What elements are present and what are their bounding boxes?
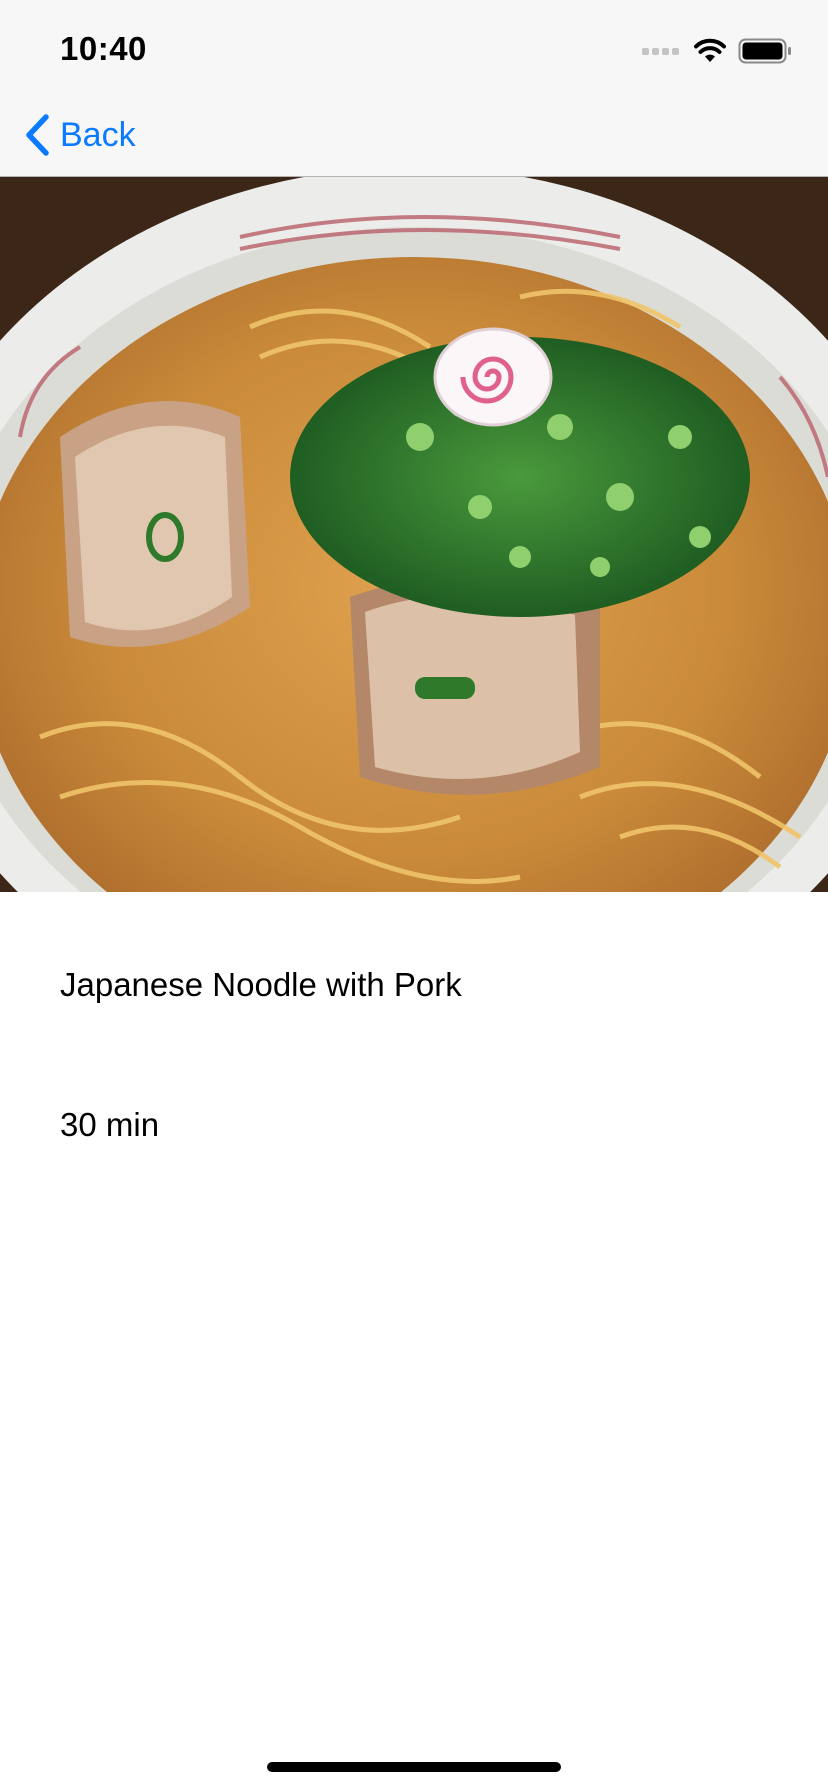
chevron-left-icon bbox=[26, 114, 49, 156]
status-time: 10:40 bbox=[60, 30, 147, 67]
status-icons bbox=[642, 36, 792, 66]
recipe-time: 30 min bbox=[60, 1106, 160, 1143]
back-button-label: Back bbox=[60, 115, 136, 154]
recipe-photo bbox=[0, 177, 828, 892]
ramen-bowl-image bbox=[0, 177, 828, 892]
status-bar: 10:40 bbox=[0, 0, 828, 100]
battery-icon bbox=[738, 38, 791, 64]
recipe-name: Japanese Noodle with Pork bbox=[60, 966, 462, 1003]
navigation-bar: Back bbox=[0, 100, 828, 177]
wifi-icon bbox=[694, 38, 726, 62]
cellular-signal-icon bbox=[642, 48, 679, 55]
back-button[interactable]: Back bbox=[24, 110, 136, 160]
home-indicator[interactable] bbox=[267, 1762, 561, 1772]
recipe-detail-screen: 10:40 Back Japanese Noodle with Pork 30 … bbox=[0, 0, 828, 1792]
